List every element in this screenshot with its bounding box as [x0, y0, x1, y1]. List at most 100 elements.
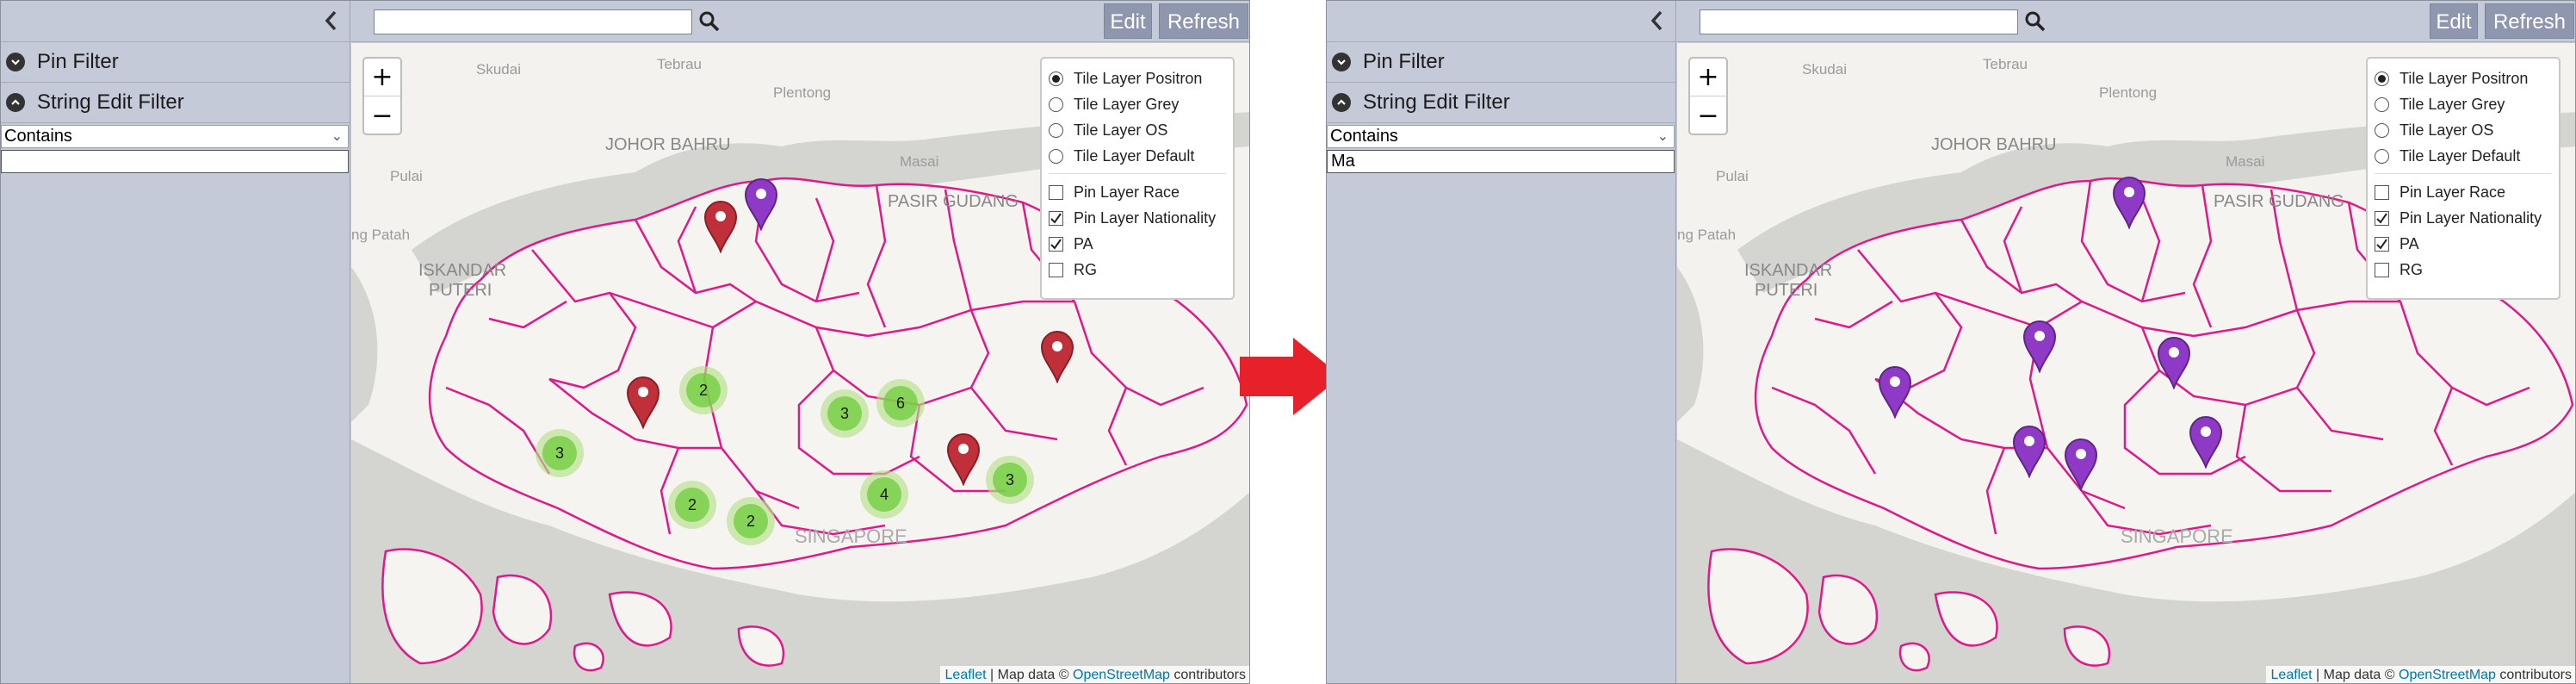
zoom-out-button[interactable]: − — [1690, 96, 1726, 134]
map-pin-red[interactable] — [946, 432, 981, 486]
marker-cluster[interactable]: 2 — [727, 497, 775, 545]
map-view[interactable]: Skudai Tebrau Plentong JOHOR BAHRU Masai… — [1677, 43, 2575, 683]
overlay-option[interactable]: Pin Layer Nationality — [2375, 205, 2552, 231]
map-pin-purple[interactable] — [744, 177, 778, 231]
string-edit-filter-section[interactable]: String Edit Filter — [1, 83, 350, 123]
chevron-down-icon: ⌄ — [331, 129, 343, 144]
overlay-option[interactable]: PA — [1049, 231, 1226, 257]
search-input[interactable] — [1700, 9, 2018, 34]
marker-cluster[interactable]: 3 — [820, 389, 869, 438]
marker-cluster[interactable]: 3 — [536, 429, 584, 477]
radio[interactable] — [2375, 148, 2389, 164]
marker-cluster[interactable]: 4 — [860, 470, 908, 519]
map-view[interactable]: Skudai Tebrau Plentong JOHOR BAHRU Masai… — [351, 43, 1249, 683]
radio[interactable] — [1049, 96, 1063, 112]
layer-label: PA — [2400, 234, 2419, 252]
checkbox[interactable] — [2375, 184, 2389, 200]
checkbox[interactable] — [1049, 262, 1063, 277]
filter-mode-select[interactable]: Contains ⌄ — [1327, 125, 1675, 148]
map-pin-red[interactable] — [703, 200, 738, 253]
svg-text:SINGAPORE: SINGAPORE — [2121, 525, 2233, 547]
collapse-sidebar-button[interactable] — [319, 8, 344, 34]
overlay-option[interactable]: RG — [1049, 257, 1226, 283]
base-layer-option[interactable]: Tile Layer Default — [1049, 143, 1226, 169]
edit-button[interactable]: Edit — [2430, 3, 2478, 39]
search-input[interactable] — [374, 9, 692, 34]
marker-cluster[interactable]: 2 — [679, 366, 728, 414]
checkbox-checked[interactable] — [2375, 210, 2389, 226]
map-pin-purple[interactable] — [2112, 176, 2146, 229]
radio-selected[interactable] — [2375, 71, 2389, 86]
map-pin-purple[interactable] — [1878, 365, 1912, 419]
zoom-out-button[interactable]: − — [364, 96, 400, 134]
cluster-count: 2 — [686, 373, 721, 407]
string-edit-filter-section[interactable]: String Edit Filter — [1327, 83, 1675, 123]
cluster-count: 6 — [883, 386, 918, 420]
overlay-option[interactable]: RG — [2375, 257, 2552, 283]
osm-link[interactable]: OpenStreetMap — [2399, 668, 2496, 682]
radio[interactable] — [2375, 96, 2389, 112]
check-icon — [2376, 212, 2387, 224]
leaflet-link[interactable]: Leaflet — [945, 668, 987, 682]
zoom-control: + − — [1688, 57, 1728, 135]
search-icon[interactable] — [697, 9, 721, 34]
overlay-option[interactable]: Pin Layer Race — [2375, 179, 2552, 205]
base-layer-option[interactable]: Tile Layer Positron — [1049, 65, 1226, 91]
svg-text:ng Patah: ng Patah — [351, 227, 410, 243]
collapse-sidebar-button[interactable] — [1644, 8, 1670, 34]
overlay-option[interactable]: Pin Layer Race — [1049, 179, 1226, 205]
filter-mode-select[interactable]: Contains ⌄ — [1, 125, 349, 148]
base-layer-option[interactable]: Tile Layer OS — [1049, 117, 1226, 143]
chevron-up-circle-icon — [6, 93, 25, 112]
filter-text-input[interactable]: Ma — [1327, 150, 1675, 173]
base-layer-option[interactable]: Tile Layer Grey — [1049, 91, 1226, 117]
pin-filter-label: Pin Filter — [37, 50, 119, 73]
marker-cluster[interactable]: 2 — [668, 481, 716, 529]
refresh-button[interactable]: Refresh — [2485, 3, 2574, 39]
check-icon — [1050, 238, 1062, 250]
checkbox-checked[interactable] — [2375, 236, 2389, 252]
checkbox-checked[interactable] — [1049, 210, 1063, 226]
zoom-in-button[interactable]: + — [364, 59, 400, 96]
checkbox-checked[interactable] — [1049, 236, 1063, 252]
map-pin-purple[interactable] — [2012, 425, 2047, 478]
radio[interactable] — [2375, 122, 2389, 138]
pin-filter-section[interactable]: Pin Filter — [1327, 42, 1675, 83]
marker-cluster[interactable]: 6 — [876, 379, 925, 427]
filter-text-input[interactable] — [1, 150, 349, 173]
map-pin-purple[interactable] — [2189, 415, 2223, 469]
zoom-in-button[interactable]: + — [1690, 59, 1726, 96]
overlay-option[interactable]: Pin Layer Nationality — [1049, 205, 1226, 231]
base-layer-option[interactable]: Tile Layer Grey — [2375, 91, 2552, 117]
filter-mode-value: Contains — [1330, 127, 1398, 146]
base-layer-option[interactable]: Tile Layer Default — [2375, 143, 2552, 169]
marker-cluster[interactable]: 3 — [986, 456, 1034, 504]
chevron-down-circle-icon — [6, 53, 25, 72]
base-layer-option[interactable]: Tile Layer OS — [2375, 117, 2552, 143]
edit-button[interactable]: Edit — [1104, 3, 1152, 39]
radio[interactable] — [1049, 122, 1063, 138]
refresh-button[interactable]: Refresh — [1159, 3, 1248, 39]
layer-label: Pin Layer Nationality — [2400, 208, 2542, 227]
radio-selected[interactable] — [1049, 71, 1063, 86]
base-layer-option[interactable]: Tile Layer Positron — [2375, 65, 2552, 91]
map-pin-purple[interactable] — [2064, 438, 2098, 491]
map-pin-red[interactable] — [1040, 330, 1074, 383]
search-icon[interactable] — [2023, 9, 2047, 34]
osm-link[interactable]: OpenStreetMap — [1073, 668, 1170, 682]
toolbar: Edit Refresh — [1677, 1, 2575, 42]
overlay-option[interactable]: PA — [2375, 231, 2552, 257]
leaflet-link[interactable]: Leaflet — [2271, 668, 2313, 682]
svg-text:Skudai: Skudai — [1802, 61, 1847, 78]
map-pin-red[interactable] — [626, 376, 660, 429]
svg-text:PUTERI: PUTERI — [429, 281, 492, 300]
chevron-left-icon — [1650, 10, 1663, 31]
chevron-down-circle-icon — [1332, 53, 1351, 72]
radio[interactable] — [1049, 148, 1063, 164]
map-pin-purple[interactable] — [2157, 336, 2191, 389]
pin-filter-section[interactable]: Pin Filter — [1, 42, 350, 83]
checkbox[interactable] — [1049, 184, 1063, 200]
map-pin-purple[interactable] — [2022, 320, 2057, 373]
svg-text:ISKANDAR: ISKANDAR — [1744, 261, 1832, 280]
checkbox[interactable] — [2375, 262, 2389, 277]
